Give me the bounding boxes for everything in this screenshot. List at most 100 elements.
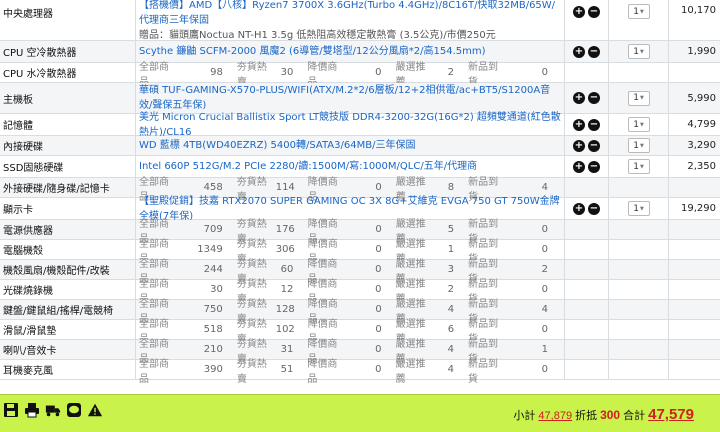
quantity-select[interactable]: 1 ▼ (627, 44, 650, 59)
add-icon[interactable]: + (573, 92, 585, 104)
quantity-value: 1 (633, 46, 639, 57)
remove-icon[interactable]: − (588, 92, 600, 104)
row-actions: + − (565, 83, 609, 113)
row-actions (565, 260, 609, 279)
quantity-value: 1 (633, 93, 639, 103)
category-label: 內接硬碟 (0, 136, 136, 155)
quantity-select[interactable]: 1 ▼ (627, 117, 650, 132)
chevron-down-icon: ▼ (639, 95, 644, 101)
row-actions (565, 220, 609, 239)
add-icon[interactable]: + (573, 202, 585, 215)
remove-icon[interactable]: − (588, 139, 600, 152)
discount-value: 300 (600, 408, 621, 422)
stat-count: 98 (210, 67, 223, 78)
row-actions (565, 340, 609, 359)
truck-icon[interactable] (45, 402, 61, 418)
add-icon[interactable]: + (573, 6, 585, 18)
add-icon[interactable]: + (573, 118, 585, 131)
price-value (669, 240, 720, 259)
quantity-select[interactable]: 1 ▼ (627, 138, 650, 153)
component-table: 中央處理器 【搭機價】AMD【八核】Ryzen7 3700X 3.6GHz(Tur… (0, 0, 720, 394)
stat-count: 1 (541, 344, 548, 355)
row-actions (565, 300, 609, 319)
qty-cell: 1 ▼ (609, 198, 669, 219)
product-cell: 美光 Micron Crucial Ballistix Sport LT競技版 … (136, 112, 565, 138)
stat-count: 458 (203, 182, 223, 193)
category-label: 記憶體 (0, 114, 136, 135)
row-actions: + − (565, 198, 609, 219)
product-select[interactable]: 美光 Micron Crucial Ballistix Sport LT競技版 … (139, 110, 562, 140)
category-label: 滑鼠/滑鼠墊 (0, 320, 136, 339)
line-chat-icon[interactable] (66, 402, 82, 418)
stat-label[interactable]: 嚴選推薦 (396, 355, 435, 385)
table-row: 記憶體 美光 Micron Crucial Ballistix Sport LT競… (0, 112, 720, 138)
discount-label: 折抵 (575, 410, 598, 422)
stat-count: 0 (375, 67, 382, 78)
quantity-value: 1 (633, 161, 639, 172)
row-actions (565, 360, 609, 379)
product-select[interactable]: 華碩 TUF-GAMING-X570-PLUS/WIFI(ATX/M.2*2/6… (139, 83, 562, 113)
category-label: CPU 水冷散熱器 (0, 63, 136, 82)
category-label: 耳機麥克風 (0, 360, 136, 379)
stat-count: 244 (203, 264, 223, 275)
stat-label[interactable]: 夯貨熱賣 (237, 355, 276, 385)
price-value: 10,170 (681, 5, 716, 16)
category-label: 光碟燒錄機 (0, 280, 136, 299)
stat-count: 0 (375, 182, 382, 193)
quantity-value: 1 (633, 203, 639, 214)
remove-icon[interactable]: − (588, 202, 600, 215)
category-label: 機殼風扇/機殼配件/改裝 (0, 260, 136, 279)
stat-count: 390 (203, 364, 223, 375)
product-cell: WD 藍標 4TB(WD40EZRZ) 5400轉/SATA3/64MB/三年保… (136, 136, 565, 155)
quantity-select[interactable]: 1 ▼ (627, 201, 650, 216)
product-cell: 華碩 TUF-GAMING-X570-PLUS/WIFI(ATX/M.2*2/6… (136, 83, 565, 113)
price-value: 1,990 (687, 46, 716, 57)
stat-count: 0 (375, 304, 382, 315)
stat-count: 176 (275, 224, 295, 235)
stat-count: 114 (275, 182, 295, 193)
quantity-value: 1 (633, 140, 639, 151)
stat-label[interactable]: 新品到貨 (468, 355, 507, 385)
row-actions (565, 280, 609, 299)
product-select[interactable]: WD 藍標 4TB(WD40EZRZ) 5400轉/SATA3/64MB/三年保… (139, 138, 562, 153)
price-value (669, 360, 720, 379)
add-icon[interactable]: + (573, 139, 585, 152)
quantity-select[interactable]: 1 ▼ (627, 90, 650, 106)
stat-count: 1349 (197, 244, 223, 255)
quantity-select[interactable]: 1 ▼ (627, 4, 650, 19)
remove-icon[interactable]: − (588, 118, 600, 131)
stat-count: 4 (447, 304, 455, 315)
add-icon[interactable]: + (573, 160, 585, 173)
subtotal-label: 小計 (513, 410, 536, 422)
qty-cell (609, 340, 669, 359)
stat-count: 5 (447, 224, 455, 235)
chevron-down-icon: ▼ (639, 8, 644, 15)
qty-cell (609, 220, 669, 239)
stat-label[interactable]: 全部商品 (139, 355, 178, 385)
stat-count: 102 (275, 324, 295, 335)
print-icon[interactable] (24, 402, 40, 418)
add-icon[interactable]: + (573, 45, 585, 58)
quantity-select[interactable]: 1 ▼ (627, 159, 650, 174)
price-value: 5,990 (687, 92, 716, 104)
warning-icon[interactable] (87, 402, 103, 418)
stat-label[interactable]: 降價商品 (307, 355, 346, 385)
stat-count: 4 (447, 364, 455, 375)
save-icon[interactable] (3, 402, 19, 418)
product-select[interactable]: 【搭機價】AMD【八核】Ryzen7 3700X 3.6GHz(Turbo 4.… (139, 0, 562, 28)
stat-count: 12 (280, 284, 294, 295)
product-cell: 全部商品 390 夯貨熱賣 51 降價商品 0 嚴選推薦 4 新品到貨 0 (136, 359, 565, 385)
category-label: 喇叭/音效卡 (0, 340, 136, 359)
remove-icon[interactable]: − (588, 45, 600, 58)
row-actions: + − (565, 136, 609, 155)
stat-count: 4 (541, 182, 549, 193)
qty-cell: 1 ▼ (609, 156, 669, 177)
stat-count: 0 (541, 224, 549, 235)
table-row: 內接硬碟 WD 藍標 4TB(WD40EZRZ) 5400轉/SATA3/64MB… (0, 136, 720, 156)
remove-icon[interactable]: − (588, 6, 600, 18)
remove-icon[interactable]: − (588, 160, 600, 173)
qty-cell: 1 ▼ (609, 41, 669, 62)
chevron-down-icon: ▼ (639, 142, 644, 149)
stat-count: 0 (375, 244, 382, 255)
price-value (669, 280, 720, 299)
